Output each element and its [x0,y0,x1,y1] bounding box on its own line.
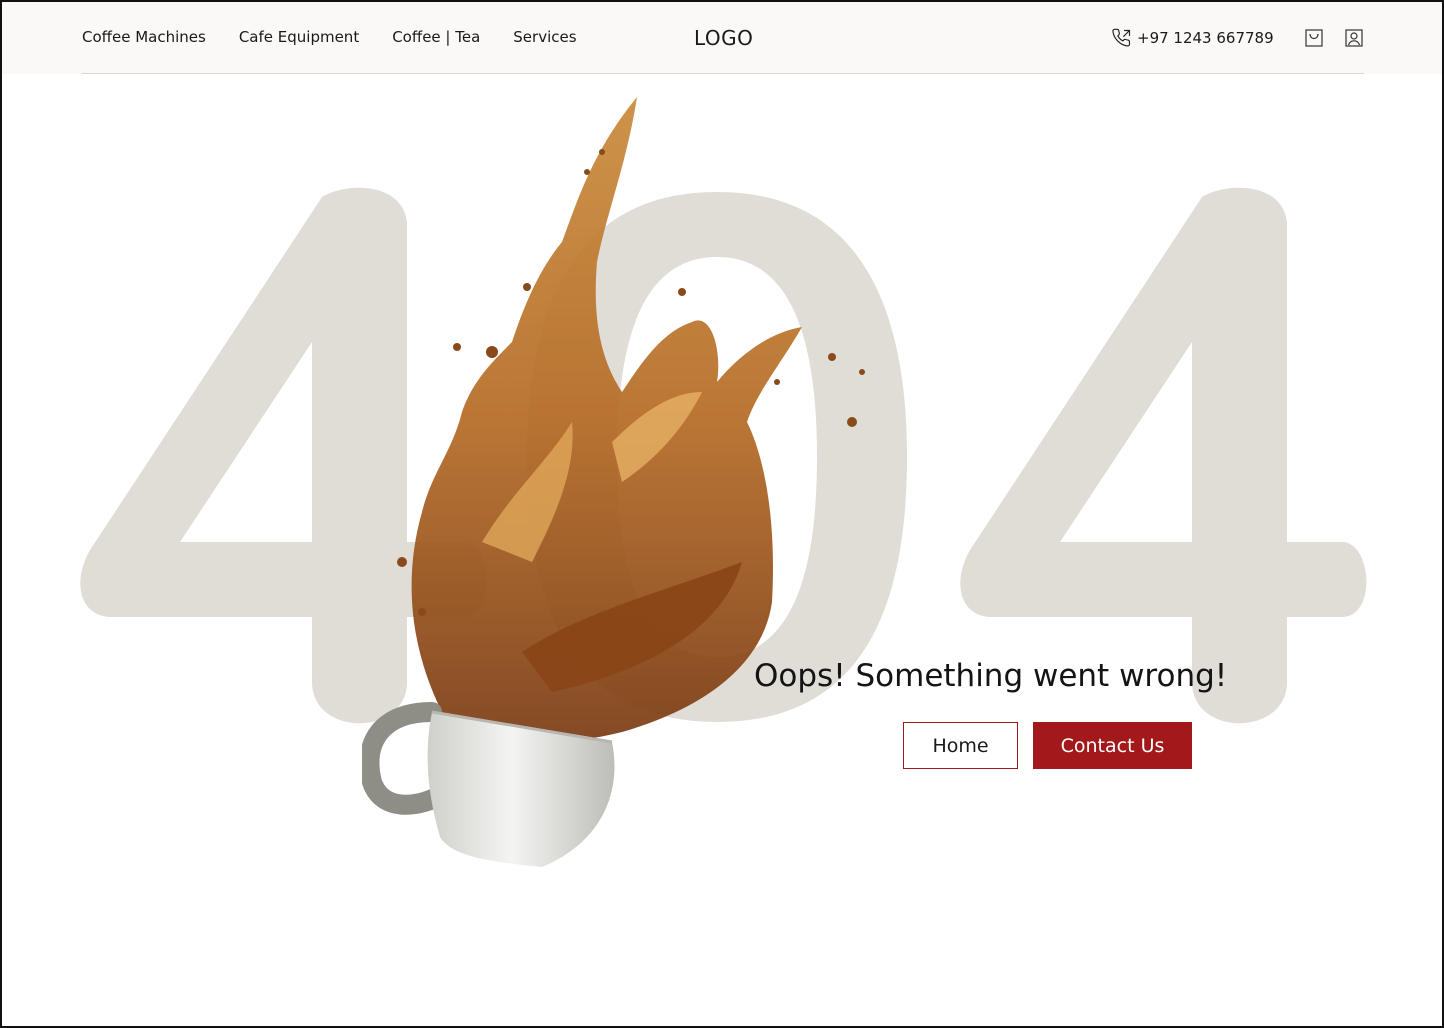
main-nav: Coffee Machines Cafe Equipment Coffee | … [82,28,577,46]
site-header: Coffee Machines Cafe Equipment Coffee | … [2,2,1442,74]
shopping-bag-icon[interactable] [1304,28,1324,48]
user-icon[interactable] [1344,28,1364,48]
site-logo[interactable]: LOGO [694,26,753,50]
error-message: Oops! Something went wrong! [754,658,1228,694]
page: Coffee Machines Cafe Equipment Coffee | … [0,0,1444,1028]
spilled-coffee-illustration [362,97,865,867]
nav-item-coffee-machines[interactable]: Coffee Machines [82,28,206,46]
phone-contact[interactable]: +97 1243 667789 [1112,28,1274,48]
home-button[interactable]: Home [903,722,1018,769]
nav-item-services[interactable]: Services [513,28,576,46]
phone-icon [1112,28,1131,47]
nav-item-cafe-equipment[interactable]: Cafe Equipment [239,28,359,46]
nav-item-coffee-tea[interactable]: Coffee | Tea [392,28,480,46]
contact-us-button[interactable]: Contact Us [1033,722,1192,769]
phone-number: +97 1243 667789 [1137,29,1274,47]
